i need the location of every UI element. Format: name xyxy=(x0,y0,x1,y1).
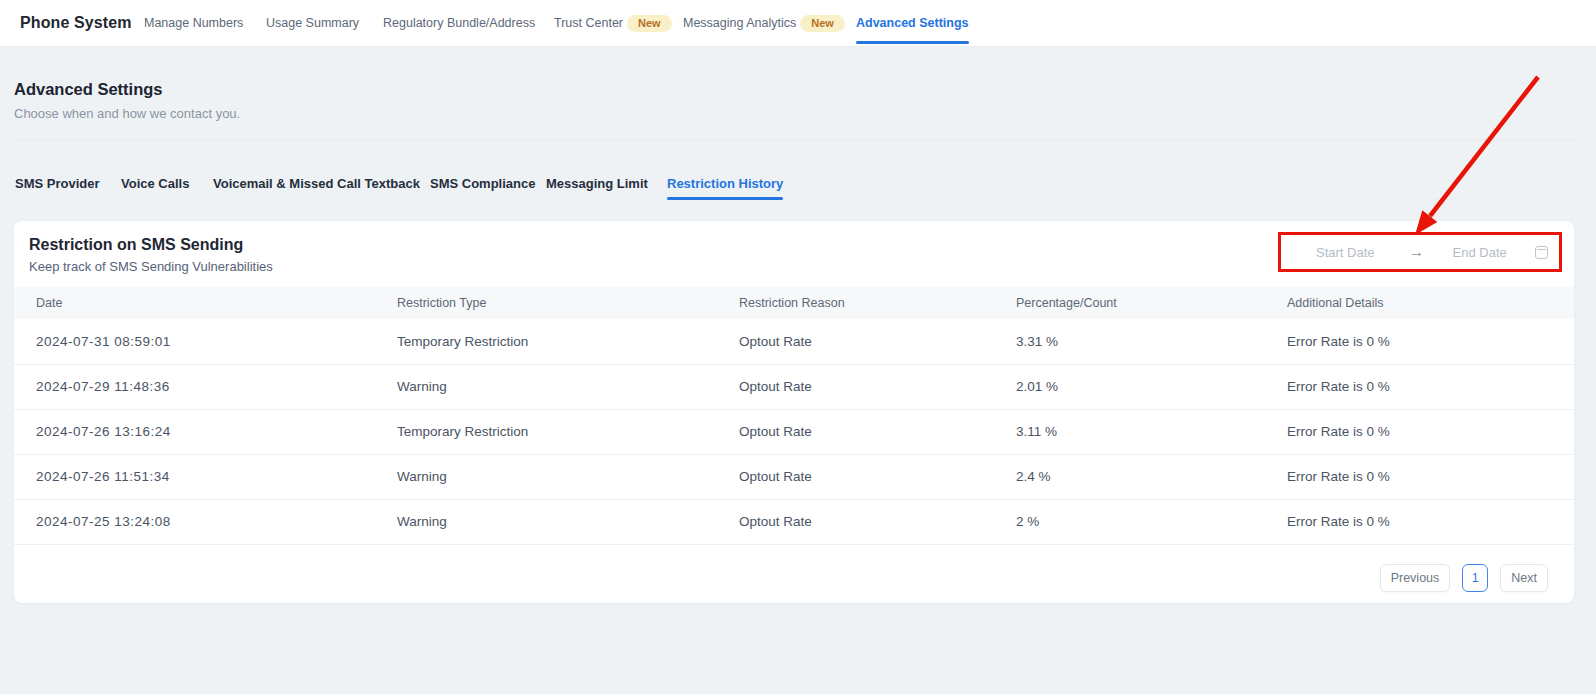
next-button[interactable]: Next xyxy=(1500,564,1548,592)
restriction-table: Date Restriction Type Restriction Reason… xyxy=(14,287,1574,545)
subtab-voicemail-textback[interactable]: Voicemail & Missed Call Textback xyxy=(213,176,420,191)
restriction-history-card: Restriction on SMS Sending Keep track of… xyxy=(14,221,1574,603)
table-row: 2024-07-25 13:24:08 Warning Optout Rate … xyxy=(14,499,1574,544)
new-badge: New xyxy=(627,15,672,32)
pagination: Previous 1 Next xyxy=(14,545,1574,603)
col-restriction-reason: Restriction Reason xyxy=(717,287,994,319)
col-additional-details: Additional Details xyxy=(1265,287,1574,319)
new-badge: New xyxy=(800,15,845,32)
table-header-row: Date Restriction Type Restriction Reason… xyxy=(14,287,1574,319)
nav-tab-advanced-settings[interactable]: Advanced Settings xyxy=(856,0,969,46)
date-range-picker[interactable]: Start Date → End Date xyxy=(1278,232,1562,272)
nav-tab-manage-numbers[interactable]: Manage Numbers xyxy=(144,0,243,46)
page-header: Advanced Settings Choose when and how we… xyxy=(14,47,1582,121)
previous-button[interactable]: Previous xyxy=(1380,564,1451,592)
table-row: 2024-07-26 13:16:24 Temporary Restrictio… xyxy=(14,409,1574,454)
settings-subtabs: SMS Provider Voice Calls Voicemail & Mis… xyxy=(14,176,1582,200)
end-date-input[interactable]: End Date xyxy=(1453,245,1507,260)
card-header: Restriction on SMS Sending Keep track of… xyxy=(14,221,1574,287)
col-date: Date xyxy=(14,287,375,319)
page-content: Advanced Settings Choose when and how we… xyxy=(0,47,1596,603)
page-title: Advanced Settings xyxy=(14,79,1582,99)
subtab-sms-provider[interactable]: SMS Provider xyxy=(15,176,100,191)
table-row: 2024-07-29 11:48:36 Warning Optout Rate … xyxy=(14,364,1574,409)
page-subtitle: Choose when and how we contact you. xyxy=(14,106,1582,121)
table-row: 2024-07-31 08:59:01 Temporary Restrictio… xyxy=(14,319,1574,364)
nav-tab-trust-center[interactable]: Trust CenterNew xyxy=(554,0,672,46)
subtab-voice-calls[interactable]: Voice Calls xyxy=(121,176,189,191)
col-restriction-type: Restriction Type xyxy=(375,287,717,319)
app-title: Phone System xyxy=(20,0,131,46)
start-date-input[interactable]: Start Date xyxy=(1316,245,1375,260)
subtab-sms-compliance[interactable]: SMS Compliance xyxy=(430,176,535,191)
nav-tab-messaging-analytics[interactable]: Messaging AnalyticsNew xyxy=(683,0,845,46)
subtab-restriction-history[interactable]: Restriction History xyxy=(667,176,783,191)
subtab-messaging-limit[interactable]: Messaging Limit xyxy=(546,176,648,191)
calendar-icon[interactable] xyxy=(1535,246,1548,259)
table-row: 2024-07-26 11:51:34 Warning Optout Rate … xyxy=(14,454,1574,499)
page-1-button[interactable]: 1 xyxy=(1462,564,1488,592)
header-divider xyxy=(14,139,1582,140)
top-nav: Phone System Manage Numbers Usage Summar… xyxy=(0,0,1596,47)
nav-tab-usage-summary[interactable]: Usage Summary xyxy=(266,0,359,46)
nav-tab-regulatory-bundle[interactable]: Regulatory Bundle/Address xyxy=(383,0,535,46)
col-percentage-count: Percentage/Count xyxy=(994,287,1265,319)
range-arrow-icon: → xyxy=(1409,244,1425,260)
